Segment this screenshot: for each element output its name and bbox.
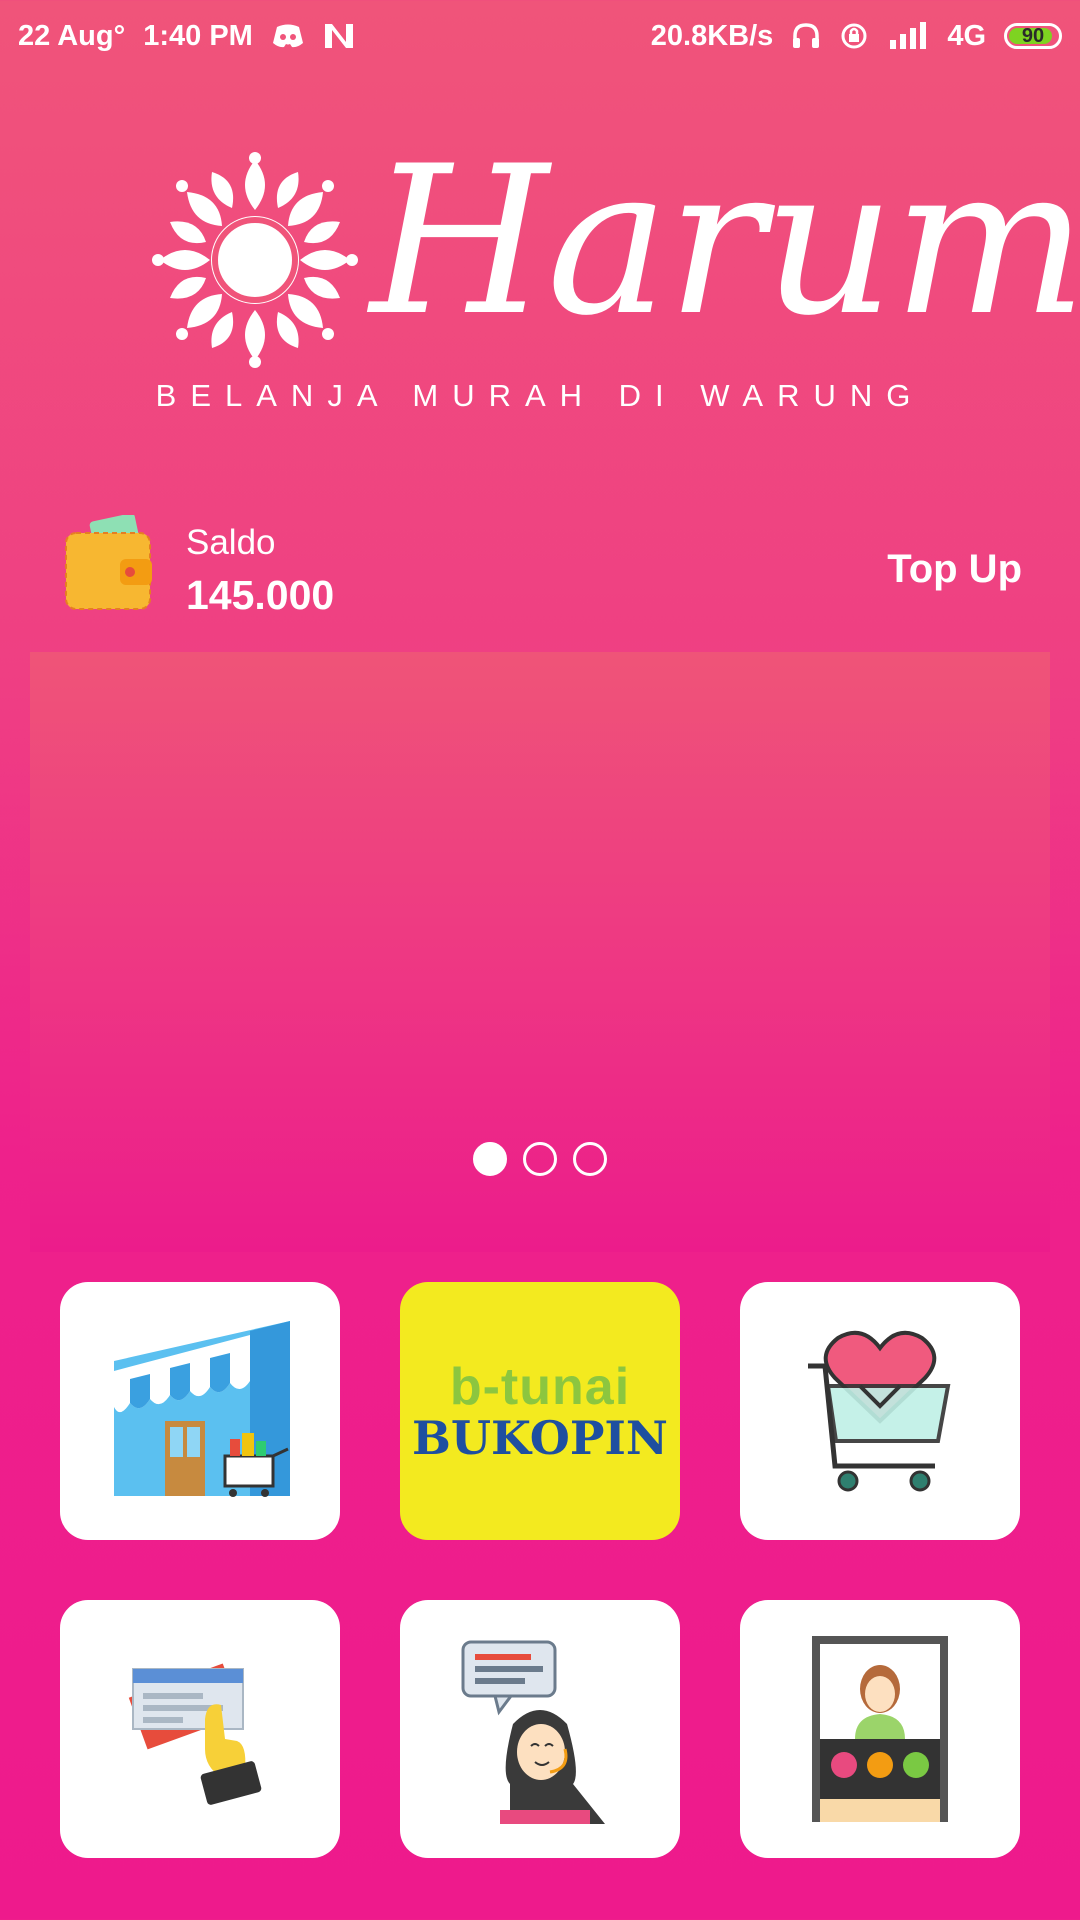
customer-service-icon	[461, 1640, 605, 1824]
wallet-icon	[65, 515, 152, 610]
carousel-dot-1[interactable]	[473, 1142, 507, 1176]
tile-customer-service[interactable]	[400, 1600, 680, 1858]
tile-wishlist[interactable]	[740, 1282, 1020, 1540]
storefront-icon	[114, 1321, 290, 1497]
flower-logo-icon	[152, 152, 358, 368]
air-ticket-icon	[128, 1663, 262, 1805]
battery-icon: 90	[1004, 23, 1062, 49]
status-bar: 22 Aug° 1:40 PM 20.8KB/s 4G 90	[0, 0, 1080, 72]
tile-btunai[interactable]: b-tunai BUKOPIN	[400, 1282, 680, 1540]
status-time: 1:40 PM	[143, 19, 253, 52]
tile-video[interactable]	[740, 1600, 1020, 1858]
btunai-logo-line2: BUKOPIN	[412, 1411, 668, 1465]
carousel-indicator	[30, 1142, 1050, 1176]
status-right: 20.8KB/s 4G 90	[651, 20, 1062, 53]
status-network-type: 4G	[947, 19, 986, 52]
topup-button[interactable]: Top Up	[887, 547, 1022, 592]
status-date: 22 Aug°	[18, 19, 126, 52]
discord-icon	[271, 23, 305, 49]
headphones-icon	[791, 22, 821, 50]
saldo-label: Saldo	[186, 523, 276, 562]
wallet-section: Saldo 145.000 Top Up	[62, 515, 1022, 618]
promo-banner-carousel[interactable]	[30, 652, 1050, 1252]
brand-name: Harum	[370, 123, 1080, 361]
status-network-speed: 20.8KB/s	[650, 19, 774, 52]
video-call-icon	[812, 1636, 948, 1822]
btunai-logo-line1: b-tunai	[449, 1358, 631, 1416]
signal-icon	[889, 22, 929, 50]
tile-tickets[interactable]	[60, 1600, 340, 1858]
brand-tagline: BELANJA MURAH DI WARUNG	[155, 378, 925, 413]
btunai-bukopin-logo: b-tunai BUKOPIN	[412, 1361, 668, 1461]
battery-level: 90	[1021, 24, 1045, 47]
n-notification-icon	[323, 22, 355, 50]
status-left: 22 Aug° 1:40 PM	[18, 20, 355, 53]
tile-store[interactable]	[60, 1282, 340, 1540]
heart-cart-icon	[808, 1330, 951, 1492]
saldo-value: 145.000	[186, 572, 335, 618]
rotation-lock-icon	[839, 21, 871, 51]
carousel-dot-3[interactable]	[573, 1142, 607, 1176]
carousel-dot-2[interactable]	[523, 1142, 557, 1176]
